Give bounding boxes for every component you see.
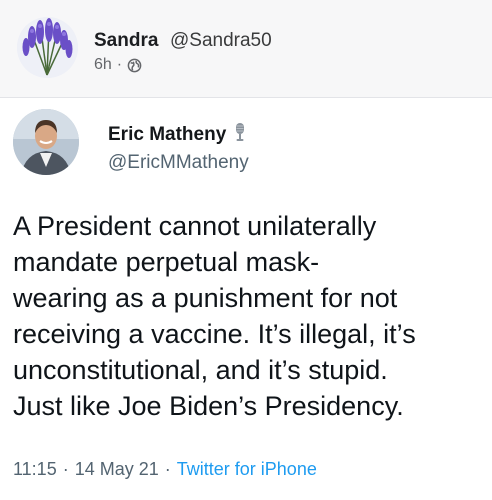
poster-handle[interactable]: @Sandra50 bbox=[170, 30, 272, 52]
tweet-time[interactable]: 11:15 bbox=[13, 459, 57, 480]
footer-separator: · bbox=[62, 459, 69, 479]
tweet-source-link[interactable]: Twitter for iPhone bbox=[177, 459, 317, 480]
tweet-author-avatar[interactable] bbox=[13, 109, 79, 175]
poster-avatar[interactable] bbox=[17, 17, 78, 78]
meta-separator: · bbox=[116, 56, 123, 73]
tweet-author-name-text: Eric Matheny bbox=[108, 124, 227, 145]
tweet-footer: 11:15 · 14 May 21 · Twitter for iPhone bbox=[13, 459, 317, 480]
globe-icon bbox=[127, 58, 142, 73]
tweet-card: Eric Matheny @EricMMatheny A President c… bbox=[0, 98, 492, 500]
tweet-body-text: A President cannot unilaterally mandate … bbox=[13, 211, 416, 421]
tweet-date[interactable]: 14 May 21 bbox=[75, 459, 159, 480]
person-photo-image bbox=[13, 109, 79, 175]
poster-name[interactable]: Sandra bbox=[94, 30, 158, 52]
tweet-author-name[interactable]: Eric Matheny bbox=[108, 122, 246, 148]
tweet-author-handle[interactable]: @EricMMatheny bbox=[108, 152, 249, 174]
microphone-icon bbox=[234, 122, 246, 148]
footer-separator: · bbox=[164, 459, 171, 479]
lavender-flowers-image bbox=[17, 17, 78, 78]
post-meta: 6h · bbox=[94, 56, 142, 74]
post-time[interactable]: 6h bbox=[94, 56, 112, 74]
screenshot-frame: Sandra @Sandra50 6h · Eric Matheny @Eric… bbox=[0, 0, 492, 500]
shared-post-header: Sandra @Sandra50 6h · bbox=[0, 0, 492, 98]
